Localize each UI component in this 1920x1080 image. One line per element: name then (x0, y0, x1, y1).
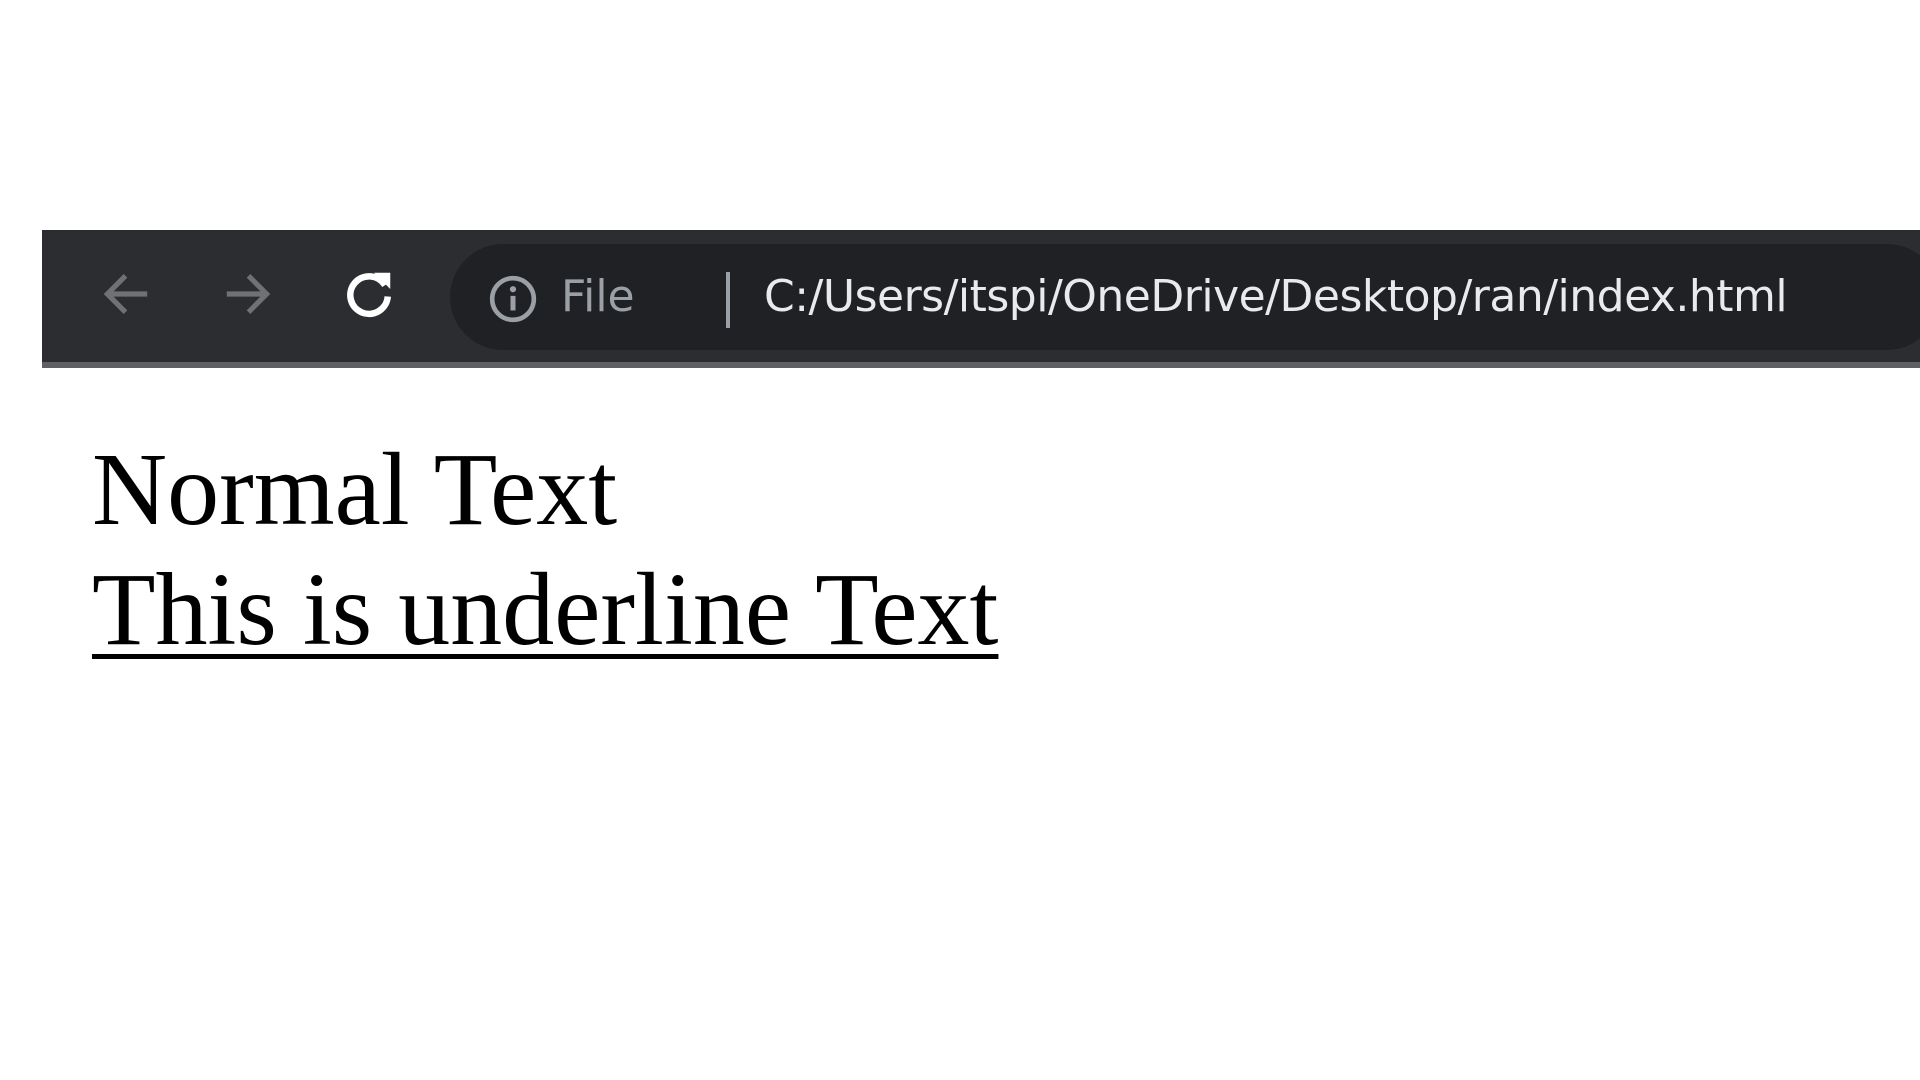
address-bar[interactable]: File C:/Users/itspi/OneDrive/Desktop/ran… (450, 244, 1920, 350)
omnibox-divider (726, 272, 730, 328)
back-button[interactable] (90, 258, 162, 330)
reload-button[interactable] (333, 258, 405, 330)
info-icon[interactable] (488, 274, 538, 324)
reload-icon (347, 272, 391, 318)
page-content: Normal Text This is underline Text (92, 430, 998, 670)
arrow-left-icon (103, 274, 148, 314)
browser-toolbar: File C:/Users/itspi/OneDrive/Desktop/ran… (42, 230, 1920, 368)
normal-text: Normal Text (92, 432, 618, 547)
arrow-right-icon (226, 274, 271, 314)
forward-button[interactable] (212, 258, 284, 330)
scheme-label: File (561, 271, 635, 322)
url-text[interactable]: C:/Users/itspi/OneDrive/Desktop/ran/inde… (764, 266, 1788, 328)
underline-text: This is underline Text (92, 552, 999, 667)
